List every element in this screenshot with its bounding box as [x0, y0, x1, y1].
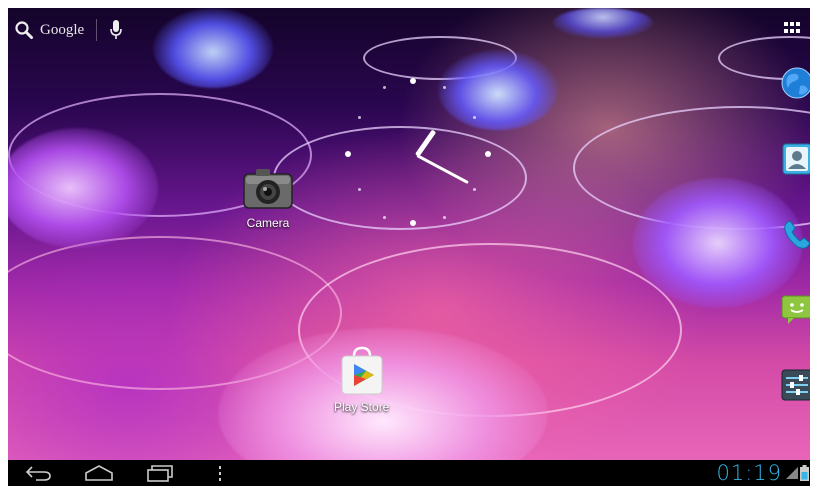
clock-tick	[358, 116, 361, 119]
browser-globe-icon	[781, 67, 810, 99]
apps-grid-dot	[796, 22, 800, 26]
status-clock[interactable]: 01:19	[716, 460, 782, 486]
play-store-label: Play Store	[334, 400, 390, 414]
google-label[interactable]: Google	[40, 22, 84, 39]
wallpaper-flower	[633, 178, 803, 308]
wallpaper-flower	[553, 8, 653, 38]
signal-icon	[786, 467, 798, 479]
system-navigation-bar: 01:19	[8, 460, 810, 486]
camera-icon	[243, 169, 293, 209]
phone-icon	[784, 220, 810, 249]
clock-tick	[443, 216, 446, 219]
wallpaper-flower	[8, 128, 158, 248]
clock-mark-12	[410, 78, 416, 84]
camera-label: Camera	[246, 216, 290, 230]
search-divider	[96, 19, 98, 41]
apps-grid-dot	[784, 29, 788, 33]
camera-shortcut[interactable]: Camera	[240, 166, 296, 230]
clock-tick	[443, 86, 446, 89]
clock-tick	[473, 116, 476, 119]
clock-tick	[383, 216, 386, 219]
browser-shortcut[interactable]	[780, 66, 810, 100]
wallpaper-flower	[153, 8, 273, 88]
play-store-icon	[341, 346, 383, 395]
analog-clock-widget[interactable]	[313, 78, 513, 228]
battery-icon	[800, 465, 809, 481]
contacts-icon	[782, 143, 810, 175]
phone-shortcut[interactable]	[780, 218, 810, 252]
home-screen: Google Camera Play Store 01:19	[8, 8, 810, 486]
home-icon[interactable]	[82, 463, 116, 483]
clock-tick	[358, 188, 361, 191]
clock-mark-3	[485, 151, 491, 157]
search-icon[interactable]	[14, 20, 34, 40]
clock-tick	[473, 188, 476, 191]
messaging-shortcut[interactable]	[780, 292, 810, 326]
back-icon[interactable]	[22, 463, 56, 483]
google-search-bar[interactable]: Google	[14, 18, 123, 42]
microphone-icon[interactable]	[109, 19, 123, 41]
settings-shortcut[interactable]	[780, 368, 810, 402]
clock-tick	[383, 86, 386, 89]
contacts-shortcut[interactable]	[780, 142, 810, 176]
messaging-icon	[781, 295, 810, 324]
clock-mark-6	[410, 220, 416, 226]
all-apps-grid-icon[interactable]	[784, 22, 800, 34]
menu-icon[interactable]	[214, 463, 226, 483]
clock-minute-hand	[416, 154, 469, 185]
apps-grid-dot	[790, 29, 794, 33]
recent-apps-icon[interactable]	[144, 463, 178, 483]
apps-grid-dot	[790, 22, 794, 26]
wallpaper	[8, 8, 810, 486]
play-store-shortcut[interactable]: Play Store	[334, 344, 389, 414]
clock-hour-hand	[414, 129, 437, 157]
clock-mark-9	[345, 151, 351, 157]
apps-grid-dot	[796, 29, 800, 33]
settings-icon	[781, 369, 810, 401]
apps-grid-dot	[784, 22, 788, 26]
